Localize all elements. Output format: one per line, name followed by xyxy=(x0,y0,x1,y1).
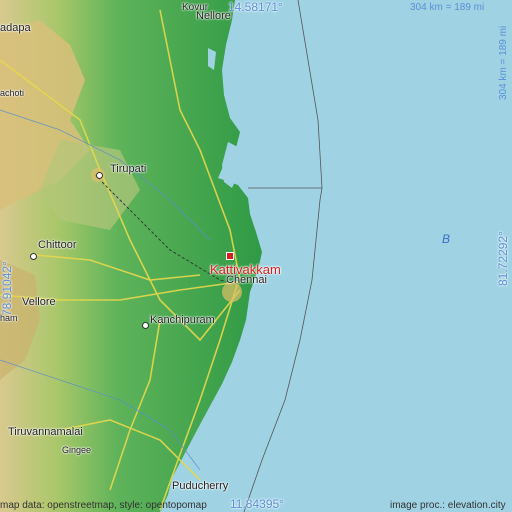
right-longitude-label: 81.72292° xyxy=(496,231,510,286)
city-label-vellore: Vellore xyxy=(22,296,56,308)
place-marker[interactable] xyxy=(226,252,234,260)
sea-label: B xyxy=(442,232,451,246)
left-longitude-label: 78.91042° xyxy=(0,261,14,316)
city-marker-chittoor xyxy=(30,253,37,260)
city-label-tirupati: Tirupati xyxy=(110,163,147,175)
city-label-kadapa: adapa xyxy=(0,22,31,34)
city-label-tiruvannamalai: Tiruvannamalai xyxy=(8,426,83,438)
map-view[interactable]: 14.58171° 11.84395° 78.91042° 81.72292° … xyxy=(0,0,512,512)
vertical-scale: 304 km = 189 mi xyxy=(498,25,509,100)
bottom-latitude-label: 11.84395° xyxy=(230,497,284,511)
city-label-kanchipuram: Kanchipuram xyxy=(150,314,215,326)
map-data-credit: map data: openstreetmap, style: opentopo… xyxy=(0,500,207,511)
top-latitude-label: 14.58171° xyxy=(228,0,283,14)
place-label[interactable]: Kattivakkam xyxy=(210,262,281,277)
city-label-puducherry: Puducherry xyxy=(172,480,229,492)
city-marker-tirupati xyxy=(96,172,103,179)
city-label-ambur: ham xyxy=(0,313,18,323)
horizontal-scale: 304 km = 189 mi xyxy=(410,2,485,13)
city-marker-kanchipuram xyxy=(142,322,149,329)
city-label-gingee: Gingee xyxy=(62,445,92,455)
image-proc-credit: image proc.: elevation.city xyxy=(390,500,506,511)
city-label-nellore: Nellore xyxy=(196,10,231,22)
city-label-rachoti: achoti xyxy=(0,88,25,98)
city-label-chittoor: Chittoor xyxy=(38,239,77,251)
